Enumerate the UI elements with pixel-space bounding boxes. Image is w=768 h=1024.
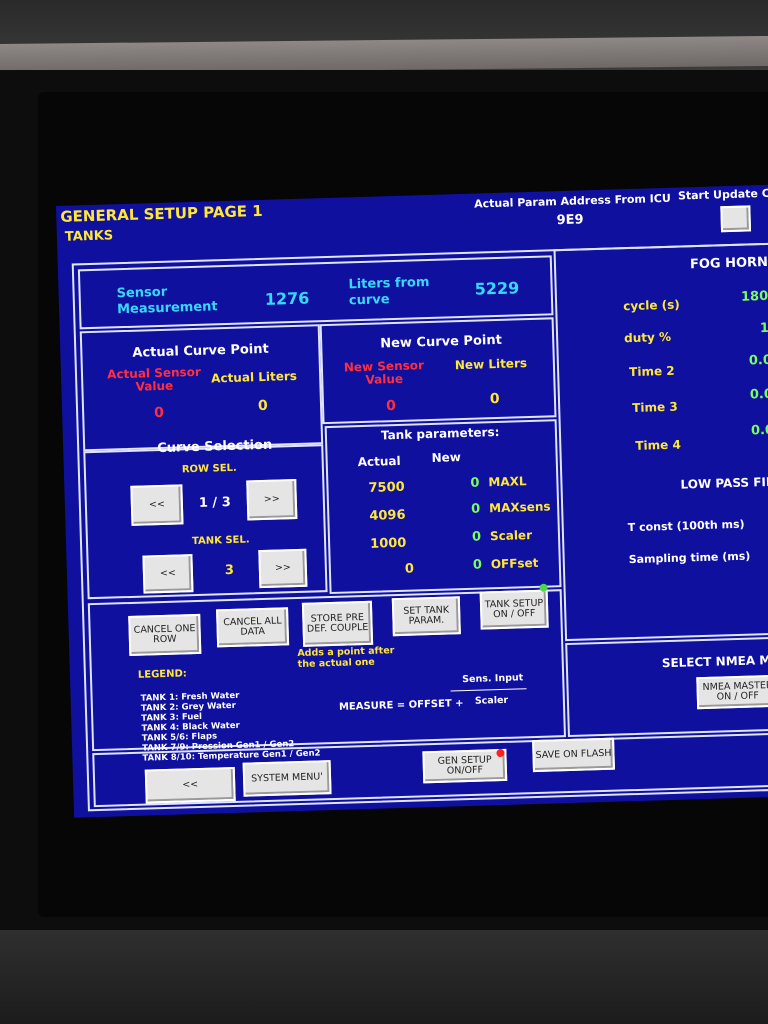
- tank-next-button[interactable]: >>: [258, 548, 308, 589]
- fog-horn-value: 0.0: [748, 352, 768, 369]
- formula-denominator: Scaler: [474, 694, 509, 707]
- row-next-button[interactable]: >>: [246, 478, 298, 521]
- save-on-flash-button[interactable]: SAVE ON FLASH: [532, 737, 615, 773]
- fog-horn-title: FOG HORN: [689, 254, 768, 273]
- fog-horn-value: 180.: [740, 288, 768, 305]
- fog-horn-value: 0.0: [750, 422, 768, 439]
- actual-liters-value: 0: [257, 397, 269, 415]
- tank-col-new: New: [431, 450, 462, 465]
- device-bottom-trim: [0, 930, 768, 1024]
- new-sensor-label: New Sensor Value: [343, 358, 425, 388]
- tank-sel-label: TANK SEL.: [191, 534, 250, 548]
- system-menu-button[interactable]: SYSTEM MENU': [242, 760, 332, 797]
- cancel-all-data-button[interactable]: CANCEL ALL DATA: [216, 607, 290, 648]
- tank-sel-value: 3: [224, 562, 235, 579]
- store-note: Adds a point after the actual one: [297, 645, 395, 670]
- tank-param-name: Scaler: [489, 528, 533, 544]
- new-liters-label: New Liters: [454, 356, 528, 373]
- liters-from-curve-value: 5229: [474, 278, 520, 299]
- actual-liters-label: Actual Liters: [210, 368, 298, 386]
- nmea-master-toggle-button[interactable]: NMEA MASTER ON / OFF: [696, 674, 768, 710]
- back-button[interactable]: <<: [144, 766, 236, 804]
- formula-numerator: Sens. Input: [462, 672, 524, 686]
- actual-sensor-value: 0: [153, 404, 165, 422]
- set-tank-param-button[interactable]: SET TANK PARAM.: [391, 596, 461, 637]
- tank-col-actual: Actual: [357, 453, 401, 470]
- sensor-measurement-value: 1276: [264, 288, 310, 309]
- param-address-label: Actual Param Address From ICU: [473, 191, 671, 211]
- tank-param-actual: 0: [404, 561, 415, 577]
- tank-param-new: 0: [470, 475, 480, 491]
- liters-from-curve-label: Liters from curve: [348, 274, 430, 308]
- fog-horn-label: Time 4: [635, 437, 682, 453]
- hmi-screen: GENERAL SETUP PAGE 1 TANKS Actual Param …: [56, 184, 768, 818]
- row-sel-value: 1 / 3: [198, 494, 231, 511]
- fog-horn-value: 1: [759, 320, 768, 337]
- sensor-measurement-label: Sensor Measurement: [116, 284, 218, 317]
- store-pre-def-couple-button[interactable]: STORE PRE DEF. COUPLE: [301, 600, 374, 647]
- new-liters-value: 0: [489, 390, 500, 408]
- tank-param-actual: 1000: [369, 535, 407, 552]
- fog-horn-label: Time 2: [628, 363, 675, 380]
- new-sensor-value: 0: [385, 398, 397, 415]
- tank-param-new: 0: [472, 557, 483, 573]
- cancel-one-row-button[interactable]: CANCEL ONE ROW: [128, 613, 202, 657]
- tank-param-actual: 7500: [368, 479, 405, 496]
- legend-title: LEGEND:: [137, 668, 188, 681]
- param-address-value: 9E9: [556, 212, 584, 229]
- fog-horn-value: 0.0: [749, 386, 768, 403]
- tank-prev-button[interactable]: <<: [142, 554, 194, 594]
- fog-horn-label: Time 3: [632, 399, 678, 415]
- tank-setup-toggle-button[interactable]: TANK SETUP ON / OFF: [479, 589, 549, 630]
- actual-sensor-label: Actual Sensor Value: [106, 364, 202, 394]
- tank-param-name: MAXsens: [488, 499, 551, 516]
- tank-param-name: MAXL: [488, 474, 527, 490]
- gen-setup-toggle-button[interactable]: GEN SETUP ON/OFF: [422, 748, 508, 784]
- page-subtitle: TANKS: [64, 228, 114, 245]
- fog-horn-label: duty %: [623, 329, 672, 346]
- start-update-checkbox[interactable]: [720, 205, 752, 233]
- tank-param-new: 0: [470, 501, 481, 517]
- tank-param-new: 0: [471, 529, 482, 545]
- nmea-title: SELECT NMEA MAS: [661, 652, 768, 671]
- row-prev-button[interactable]: <<: [130, 484, 184, 526]
- tank-param-name: OFFset: [490, 555, 539, 572]
- fog-horn-label: cycle (s): [623, 297, 680, 314]
- page-title: GENERAL SETUP PAGE 1: [60, 201, 263, 226]
- low-pass-title: LOW PASS FILTE: [680, 474, 768, 492]
- tank-param-actual: 4096: [369, 507, 406, 524]
- row-sel-label: ROW SEL.: [181, 462, 237, 476]
- start-update-label: Start Update Cy: [677, 186, 768, 203]
